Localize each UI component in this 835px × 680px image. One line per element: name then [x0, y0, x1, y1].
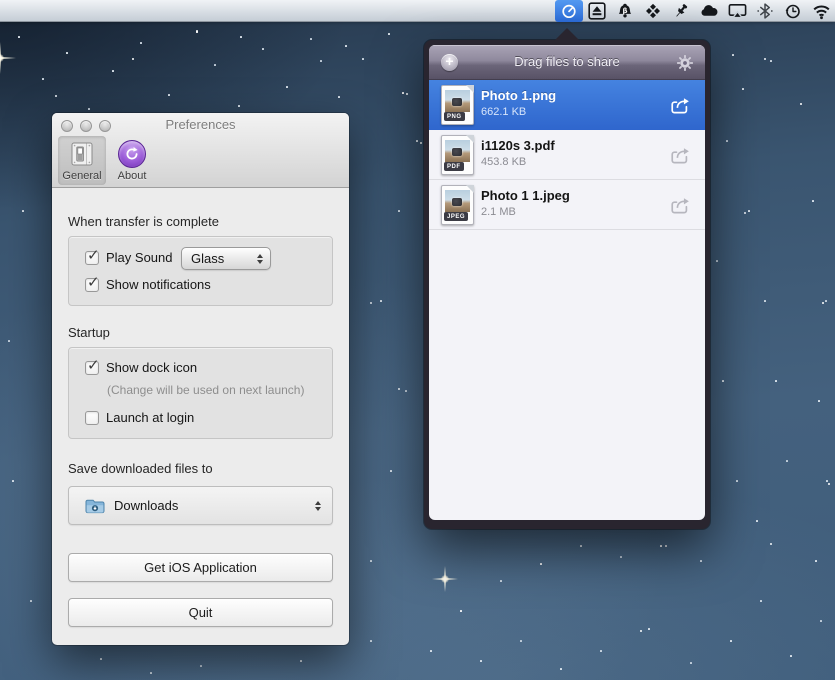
tab-about-label: About [118, 170, 147, 182]
bell-beta-icon[interactable]: β [611, 0, 639, 22]
transfer-section-heading: When transfer is complete [68, 214, 219, 229]
gear-icon[interactable] [676, 54, 694, 72]
file-type-icon: PNG [441, 85, 474, 125]
sound-select-stepper-icon [253, 254, 270, 264]
file-size: 662.1 KB [481, 106, 526, 118]
tab-general-label: General [62, 170, 101, 182]
show-dock-icon-checkbox[interactable] [85, 361, 99, 375]
about-icon [117, 139, 147, 169]
show-notifications-row: Show notifications [85, 277, 211, 292]
cloud-icon[interactable] [695, 0, 723, 22]
startup-section-heading: Startup [68, 325, 110, 340]
time-machine-icon[interactable] [779, 0, 807, 22]
window-title: Preferences [52, 117, 349, 132]
launch-at-login-label: Launch at login [106, 410, 194, 425]
downloads-folder-icon [85, 498, 105, 514]
download-folder-select[interactable]: Downloads [68, 486, 333, 525]
pin-icon[interactable] [667, 0, 695, 22]
dropbox-icon[interactable] [639, 0, 667, 22]
show-dock-icon-label: Show dock icon [106, 360, 197, 375]
popover-header: + Drag files to share [429, 45, 705, 80]
general-switch-icon [67, 139, 97, 169]
sound-select[interactable]: Glass [181, 247, 271, 270]
file-type-icon: JPEG [441, 185, 474, 225]
preferences-window: Preferences General [52, 113, 349, 645]
show-dock-icon-row: Show dock icon [85, 360, 197, 375]
share-icon[interactable] [670, 196, 692, 214]
popover-arrow [554, 28, 580, 41]
file-row[interactable]: PNG Photo 1.png 662.1 KB [429, 80, 705, 130]
share-icon[interactable] [670, 146, 692, 164]
file-badge: PDF [444, 162, 464, 171]
file-badge: JPEG [444, 212, 468, 221]
eject-box-icon[interactable] [583, 0, 611, 22]
file-name: i1120s 3.pdf [481, 138, 555, 153]
file-name: Photo 1 1.jpeg [481, 188, 570, 203]
file-row[interactable]: JPEG Photo 1 1.jpeg 2.1 MB [429, 180, 705, 230]
preferences-toolbar: General About [58, 136, 156, 185]
file-size: 453.8 KB [481, 156, 526, 168]
transfer-groupbox: Play Sound Glass Show notifications [68, 236, 333, 306]
file-type-icon: PDF [441, 135, 474, 175]
file-size: 2.1 MB [481, 206, 516, 218]
download-folder-stepper-icon [315, 501, 332, 511]
wifi-icon[interactable] [807, 0, 835, 22]
get-ios-application-button[interactable]: Get iOS Application [68, 553, 333, 582]
menu-bar: β [0, 0, 835, 22]
preferences-titlebar: Preferences General [52, 113, 349, 188]
tab-about[interactable]: About [108, 136, 156, 185]
play-sound-checkbox[interactable] [85, 251, 99, 265]
file-row[interactable]: PDF i1120s 3.pdf 453.8 KB [429, 130, 705, 180]
bright-star-bottom [432, 566, 458, 592]
share-icon[interactable] [670, 96, 692, 114]
show-notifications-label: Show notifications [106, 277, 211, 292]
airplay-icon[interactable] [723, 0, 751, 22]
save-section-heading: Save downloaded files to [68, 461, 213, 476]
download-folder-value: Downloads [114, 498, 315, 513]
dock-icon-note: (Change will be used on next launch) [107, 383, 304, 397]
bright-star-left [0, 42, 16, 74]
play-sound-label: Play Sound [106, 250, 173, 265]
startup-groupbox: Show dock icon (Change will be used on n… [68, 347, 333, 439]
show-notifications-checkbox[interactable] [85, 278, 99, 292]
app-transfer-icon[interactable] [555, 0, 583, 22]
share-popover: + Drag files to share [424, 40, 710, 529]
launch-at-login-row: Launch at login [85, 410, 194, 425]
file-name: Photo 1.png [481, 88, 556, 103]
tab-general[interactable]: General [58, 136, 106, 185]
quit-button[interactable]: Quit [68, 598, 333, 627]
file-badge: PNG [444, 112, 465, 121]
popover-title: Drag files to share [429, 54, 705, 69]
launch-at-login-checkbox[interactable] [85, 411, 99, 425]
sound-select-value: Glass [182, 251, 253, 266]
svg-text:β: β [622, 7, 627, 15]
bluetooth-icon[interactable] [751, 0, 779, 22]
play-sound-row: Play Sound [85, 250, 173, 265]
